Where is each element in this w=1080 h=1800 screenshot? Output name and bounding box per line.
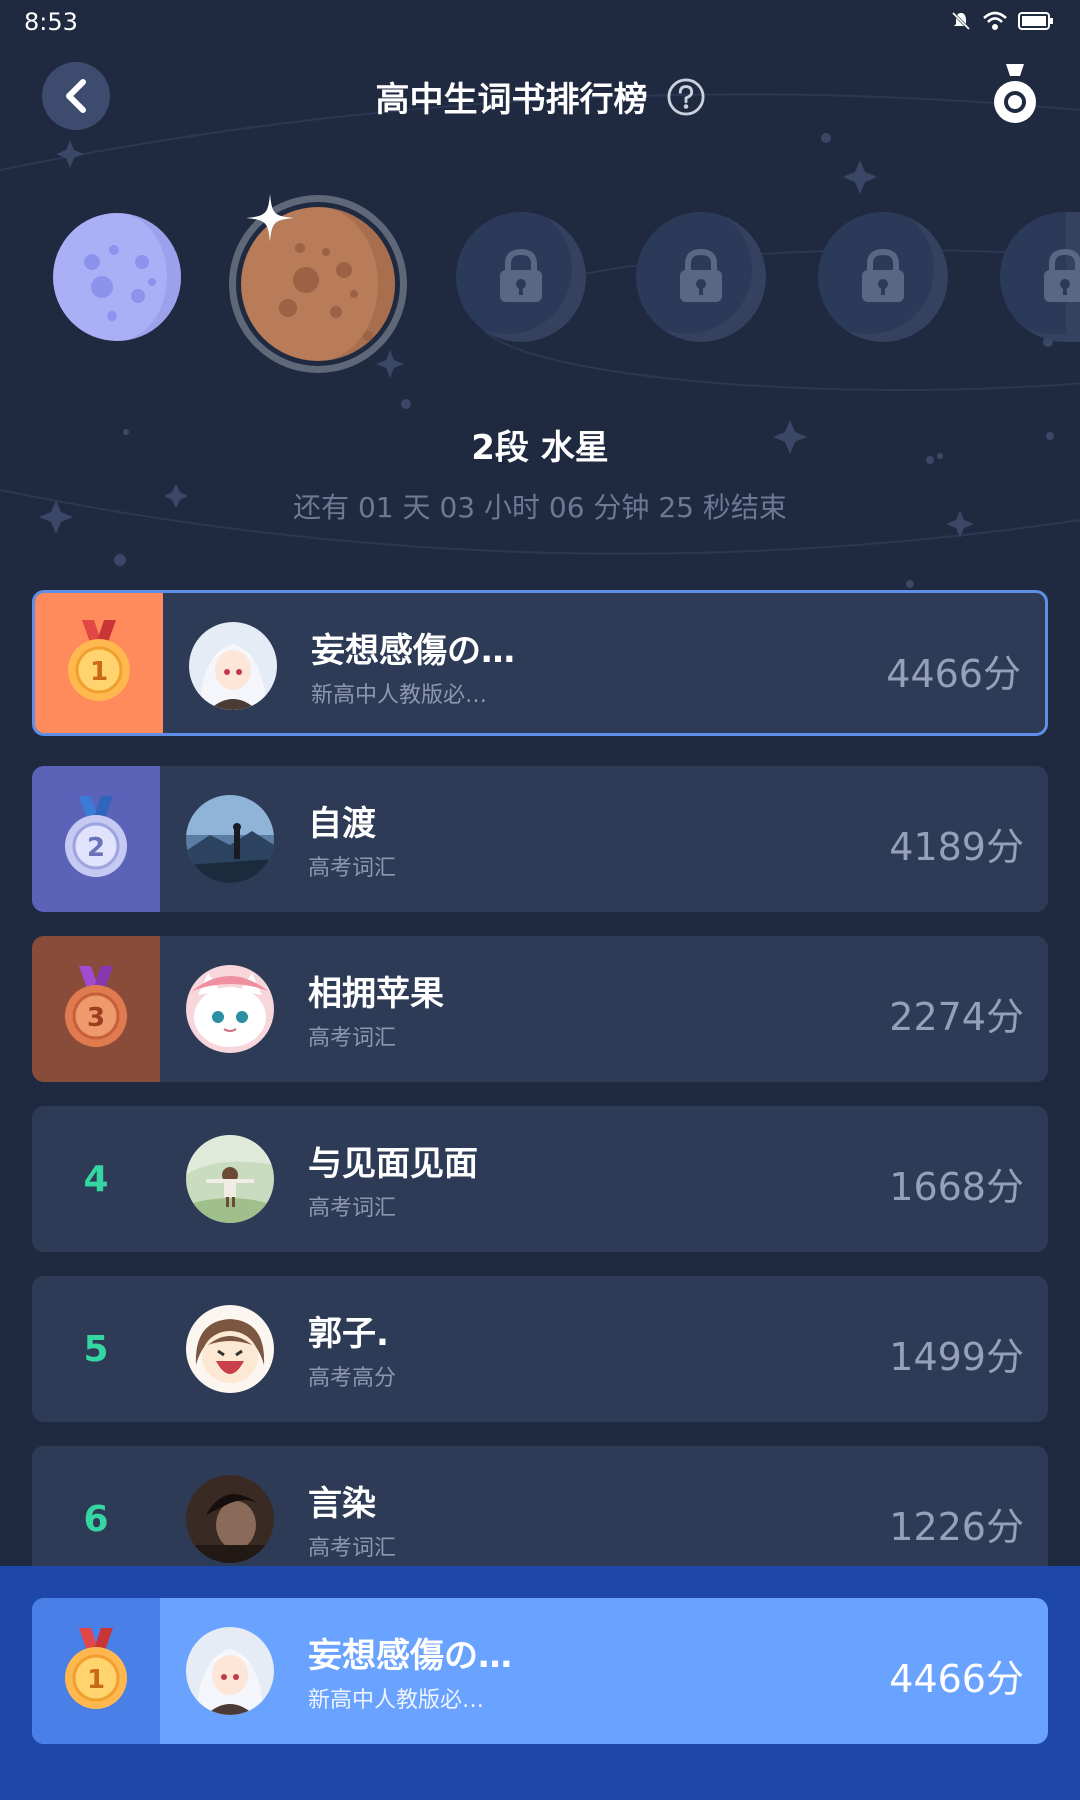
leaderboard-row[interactable]: 5 郭子. 高考高分 1499分 (32, 1276, 1048, 1422)
rank-number: 4 (83, 1158, 109, 1200)
player-score: 1226分 (889, 1505, 1024, 1549)
avatar[interactable] (186, 1475, 274, 1563)
rank-badge: 4 (32, 1106, 160, 1252)
avatar[interactable] (186, 1135, 274, 1223)
status-time: 8:53 (24, 8, 78, 36)
my-score: 4466分 (889, 1657, 1024, 1701)
avatar[interactable] (186, 795, 274, 883)
rank-number: 6 (83, 1498, 109, 1540)
medal-icon[interactable] (990, 62, 1040, 128)
player-name: 自渡 (308, 804, 376, 844)
avatar[interactable] (186, 1627, 274, 1715)
wifi-icon (983, 11, 1007, 30)
player-score: 4189分 (889, 825, 1024, 869)
svg-text:3: 3 (87, 1003, 105, 1033)
level-planets (0, 190, 1080, 390)
help-icon[interactable] (667, 77, 705, 116)
rank-number: 5 (83, 1328, 109, 1370)
avatar[interactable] (186, 1305, 274, 1393)
current-level-name: 2段 水星 (471, 428, 609, 468)
rank-badge: 5 (32, 1276, 160, 1422)
leaderboard-row[interactable]: 2 自渡 高考词汇 4189分 (32, 766, 1048, 912)
player-name: 与见面见面 (308, 1144, 478, 1184)
lock-icon (500, 248, 542, 302)
leaderboard-row[interactable]: 1 妄想感傷の… 新高中人教版必… 4466分 (32, 590, 1048, 736)
avatar[interactable] (189, 622, 277, 710)
gold-medal-icon: 1 (65, 1628, 127, 1709)
player-name: 妄想感傷の… (311, 631, 515, 671)
planet-moon-icon[interactable] (52, 212, 182, 342)
mute-notification-icon (951, 11, 971, 31)
my-rank-row[interactable]: 1 妄想感傷の… 新高中人教版必… 4466分 (32, 1598, 1048, 1744)
gold-medal-icon: 1 (68, 620, 130, 701)
lock-icon (1044, 248, 1080, 302)
silver-medal-icon: 2 (65, 796, 127, 877)
rank-badge: 3 (32, 936, 160, 1082)
locked-planet-5[interactable] (818, 212, 948, 342)
player-score: 1668分 (889, 1165, 1024, 1209)
svg-text:1: 1 (90, 657, 108, 687)
player-score: 2274分 (889, 995, 1024, 1039)
locked-planet-3[interactable] (456, 212, 586, 342)
page-title: 高中生词书排行榜 (375, 80, 648, 120)
player-book: 新高中人教版必… (311, 683, 488, 708)
leaderboard-row[interactable]: 3 相拥苹果 高考词汇 2274分 (32, 936, 1048, 1082)
my-name: 妄想感傷の… (308, 1636, 512, 1676)
planet-mercury-icon[interactable] (226, 190, 410, 380)
svg-text:1: 1 (87, 1665, 105, 1695)
status-icons (950, 10, 1054, 32)
battery-icon (1018, 12, 1053, 30)
countdown-text: 还有 01 天 03 小时 06 分钟 25 秒结束 (293, 491, 787, 524)
my-rank-panel: 1 妄想感傷の… 新高中人教版必… 4466分 (0, 1566, 1080, 1800)
player-book: 高考词汇 (308, 1026, 397, 1051)
lock-icon (680, 248, 722, 302)
player-score: 1499分 (889, 1335, 1024, 1379)
header: 高中生词书排行榜 (0, 72, 1080, 121)
player-name: 郭子. (308, 1314, 389, 1354)
player-book: 高考词汇 (308, 856, 397, 881)
locked-planet-6[interactable] (1000, 212, 1080, 342)
player-book: 高考高分 (308, 1366, 397, 1391)
player-book: 高考词汇 (308, 1536, 397, 1561)
player-book: 高考词汇 (308, 1196, 397, 1221)
my-book: 新高中人教版必… (308, 1688, 485, 1713)
leaderboard-row[interactable]: 4 与见面见面 高考词汇 1668分 (32, 1106, 1048, 1252)
status-bar: 8:53 (0, 0, 1080, 44)
locked-planet-4[interactable] (636, 212, 766, 342)
lock-icon (862, 248, 904, 302)
player-name: 言染 (308, 1484, 376, 1524)
rank-badge: 2 (32, 766, 160, 912)
bronze-medal-icon: 3 (65, 966, 127, 1047)
player-name: 相拥苹果 (308, 974, 444, 1014)
player-score: 4466分 (886, 652, 1021, 696)
rank-badge: 1 (32, 1598, 160, 1744)
rank-badge: 1 (35, 593, 163, 733)
avatar[interactable] (186, 965, 274, 1053)
svg-text:2: 2 (87, 833, 105, 863)
